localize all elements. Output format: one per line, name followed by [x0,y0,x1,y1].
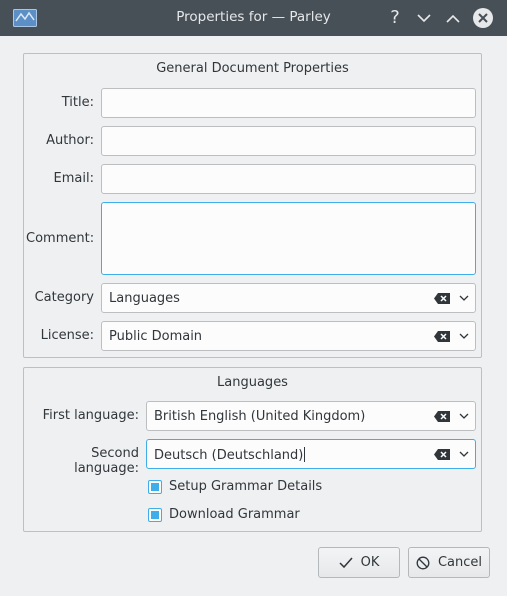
close-button[interactable] [471,6,495,30]
second-language-value: Deutsch (Deutschland) [154,448,304,463]
author-label: Author: [46,133,94,148]
license-label: License: [40,328,94,343]
minimize-button[interactable] [412,6,436,30]
clear-second-language-icon[interactable] [434,449,450,460]
category-value: Languages [109,291,180,306]
general-group-title: General Document Properties [156,61,349,76]
setup-grammar-label[interactable]: Setup Grammar Details [169,479,322,494]
setup-grammar-checkbox[interactable] [148,480,162,494]
help-button[interactable]: ? [383,6,407,30]
close-icon [473,8,493,28]
email-label: Email: [53,171,94,186]
title-label: Title: [61,95,94,110]
text-caret [304,447,306,462]
email-input[interactable] [101,164,476,194]
title-input[interactable] [101,88,476,118]
category-label: Category [34,290,94,305]
clear-category-icon[interactable] [434,293,450,304]
comment-textarea[interactable] [101,202,476,275]
clear-first-language-icon[interactable] [434,411,450,422]
checkmark-icon [339,557,353,568]
title-bar[interactable]: Properties for — Parley ? [0,0,507,36]
download-grammar-checkbox[interactable] [148,508,162,522]
chevron-down-icon[interactable] [459,450,469,458]
first-language-label: First language: [42,408,139,423]
parley-app-icon[interactable] [13,9,37,27]
cancel-icon [416,556,430,569]
ok-label: OK [360,555,380,570]
license-value: Public Domain [109,329,203,344]
maximize-button[interactable] [441,6,465,30]
first-language-combobox[interactable]: British English (United Kingdom) [146,401,476,431]
second-language-combobox[interactable]: Deutsch (Deutschland) [146,439,476,469]
chevron-down-icon[interactable] [459,294,469,302]
comment-label: Comment: [26,231,95,246]
author-input[interactable] [101,126,476,156]
languages-group-title: Languages [217,375,288,390]
second-language-value-wrap: Deutsch (Deutschland) [154,447,306,463]
chevron-down-icon[interactable] [459,412,469,420]
minimize-icon [417,13,431,22]
download-grammar-label[interactable]: Download Grammar [169,507,300,522]
license-combobox[interactable]: Public Domain [101,321,476,351]
cancel-button[interactable]: Cancel [408,547,490,578]
maximize-icon [446,14,460,23]
category-combobox[interactable]: Languages [101,283,476,313]
ok-button[interactable]: OK [318,547,400,578]
help-icon: ? [390,7,400,28]
clear-license-icon[interactable] [434,331,450,342]
chevron-down-icon[interactable] [459,332,469,340]
first-language-value: British English (United Kingdom) [154,409,366,424]
second-language-label: Second language: [74,446,139,476]
cancel-label: Cancel [437,555,483,570]
